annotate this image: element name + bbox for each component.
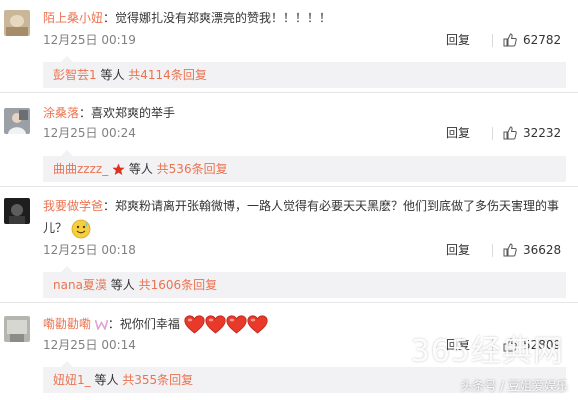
sub-reply-mid: 等人 [125, 162, 157, 176]
thumbs-up-icon [503, 243, 517, 257]
comment-item: 陌上桑小妞：觉得娜扎没有郑爽漂亮的赞我！！！！！ 12月25日 00:19 回复… [0, 0, 578, 92]
colon: ： [107, 317, 120, 331]
source-credit: 头条号 / 豆姐爱娱乐 [460, 379, 568, 393]
like-button[interactable]: 36628 [492, 240, 566, 260]
like-button[interactable]: 62782 [492, 30, 566, 50]
comment-username[interactable]: 嘞勸勸嘞 [43, 317, 91, 331]
comment-body: 觉得娜扎没有郑爽漂亮的赞我！！！！！ [115, 11, 332, 25]
sub-reply-count-link[interactable]: 共536条回复 [157, 162, 228, 176]
colon: ： [103, 199, 116, 213]
divider [0, 302, 578, 303]
comment-text: 涂桑落：喜欢郑爽的举手 [43, 103, 566, 123]
comment-body: 祝你们幸福 [119, 317, 180, 331]
sub-replies[interactable]: 彭智芸1 等人 共4114条回复 [43, 56, 566, 88]
comment-username[interactable]: 陌上桑小妞 [43, 11, 103, 25]
comment-meta: 12月25日 00:19 回复 62782 [43, 30, 566, 50]
comment-meta: 12月25日 00:24 回复 32232 [43, 123, 566, 143]
divider [492, 243, 493, 257]
w-member-icon [94, 319, 108, 330]
reply-button[interactable]: 回复 [446, 30, 470, 50]
caret-decoration [61, 361, 73, 367]
sub-reply-count-link[interactable]: 共4114条回复 [128, 68, 207, 82]
heart-emoji-icon [184, 315, 205, 334]
caret-decoration [61, 150, 73, 156]
comment-body: 喜欢郑爽的举手 [91, 106, 176, 120]
divider [0, 92, 578, 93]
site-watermark: 365经典网 [410, 334, 564, 369]
sub-reply-mid: 等人 [96, 68, 129, 82]
sub-replies[interactable]: nana夏漠 等人 共1606条回复 [43, 266, 566, 298]
comment-username[interactable]: 涂桑落 [43, 106, 79, 120]
sub-reply-user[interactable]: 曲曲zzzz_ [53, 162, 108, 176]
avatar[interactable] [4, 198, 30, 224]
comment-text: 陌上桑小妞：觉得娜扎没有郑爽漂亮的赞我！！！！！ [43, 8, 566, 28]
sub-reply-count-link[interactable]: 共355条回复 [122, 373, 193, 387]
heart-emoji-group [184, 315, 268, 334]
comment-username[interactable]: 我要做学爸 [43, 199, 103, 213]
sub-reply-user[interactable]: 妞妞1_ [53, 373, 91, 387]
heart-emoji-icon [205, 315, 226, 334]
comment-date: 12月25日 00:18 [43, 243, 136, 257]
reply-button[interactable]: 回复 [446, 240, 470, 260]
thumbs-up-icon [503, 126, 517, 140]
colon: ： [103, 11, 116, 25]
comment-item: 涂桑落：喜欢郑爽的举手 12月25日 00:24 回复 32232 曲曲zzzz… [0, 98, 578, 188]
sub-reply-mid: 等人 [90, 373, 123, 387]
divider [492, 126, 493, 140]
like-button[interactable]: 32232 [492, 123, 566, 143]
like-count: 36628 [523, 243, 562, 257]
sub-reply-user[interactable]: 彭智芸1 [53, 68, 97, 82]
comment-date: 12月25日 00:19 [43, 33, 136, 47]
heart-emoji-icon [226, 315, 247, 334]
star-icon [112, 163, 125, 175]
comment-text: 我要做学爸：郑爽粉请离开张翰微博，一路人觉得有必要天天黑麽？他们到底做了多伤天害… [43, 196, 566, 216]
comment-date: 12月25日 00:14 [43, 338, 136, 352]
avatar[interactable] [4, 108, 30, 134]
sub-replies[interactable]: 曲曲zzzz_ 等人 共536条回复 [43, 150, 566, 182]
reply-button[interactable]: 回复 [446, 123, 470, 143]
caret-decoration [61, 56, 73, 62]
comment-date: 12月25日 00:24 [43, 126, 136, 140]
sub-reply-mid: 等人 [106, 278, 139, 292]
avatar[interactable] [4, 316, 30, 342]
divider [492, 33, 493, 47]
comment-item: 我要做学爸：郑爽粉请离开张翰微博，一路人觉得有必要天天黑麽？他们到底做了多伤天害… [0, 192, 578, 302]
like-count: 32232 [523, 126, 562, 140]
sub-reply-count-link[interactable]: 共1606条回复 [139, 278, 218, 292]
divider [0, 186, 578, 187]
comment-body-continued: 儿？ [43, 221, 68, 235]
colon: ： [79, 106, 92, 120]
thumbs-up-icon [503, 33, 517, 47]
heart-emoji-icon [247, 315, 268, 334]
comment-text-continued: 儿？ [43, 218, 566, 239]
sub-reply-user[interactable]: nana夏漠 [53, 278, 107, 292]
avatar[interactable] [4, 10, 30, 36]
comment-body: 郑爽粉请离开张翰微博，一路人觉得有必要天天黑麽？他们到底做了多伤天害理的事 [115, 199, 560, 213]
caret-decoration [61, 266, 73, 272]
sweat-smile-emoji-icon [71, 219, 91, 238]
like-count: 62782 [523, 33, 562, 47]
comment-meta: 12月25日 00:18 回复 36628 [43, 240, 566, 260]
